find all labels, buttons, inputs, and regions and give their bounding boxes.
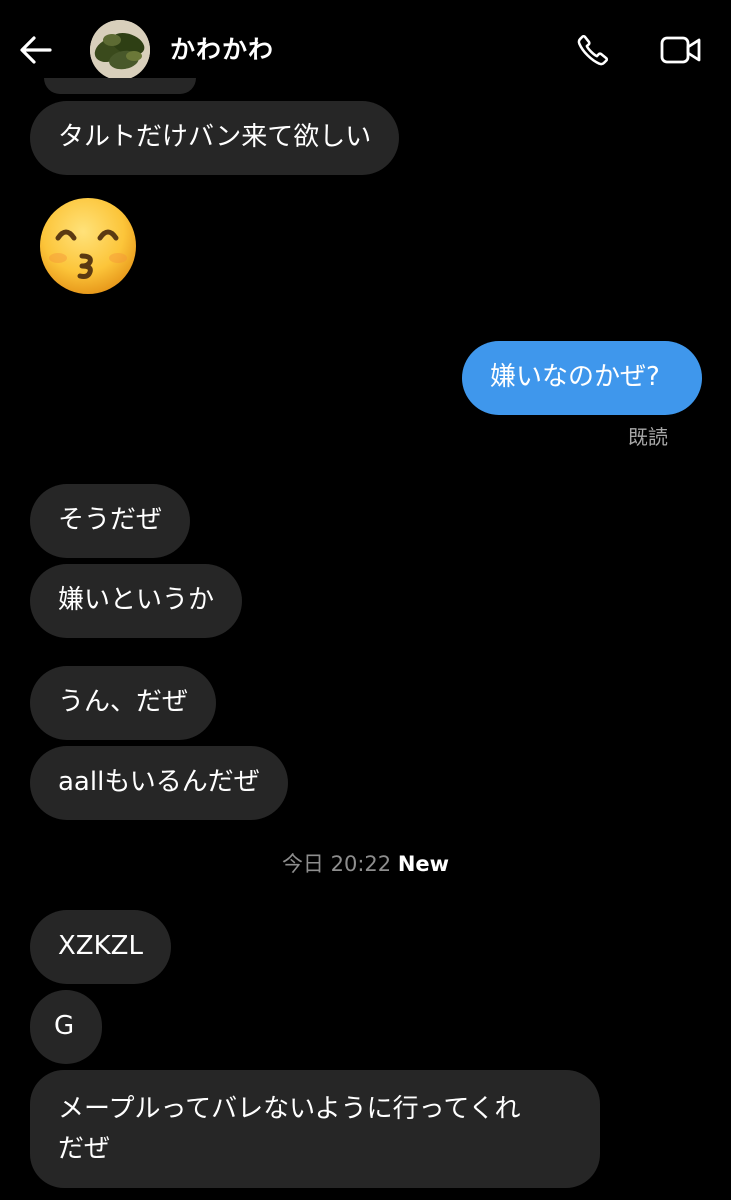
message-text-line: メープルってバレないように行ってくれ bbox=[58, 1094, 521, 1124]
back-button[interactable] bbox=[16, 28, 56, 72]
avatar-image bbox=[90, 20, 150, 80]
message-text: 嫌いなのかぜ? bbox=[490, 362, 660, 392]
previous-message-partial bbox=[44, 78, 196, 94]
contact-avatar[interactable] bbox=[90, 20, 150, 80]
contact-name[interactable]: かわかわ bbox=[170, 30, 274, 70]
new-messages-label: New bbox=[397, 852, 450, 876]
message-text: そうだぜ bbox=[58, 505, 163, 535]
voice-call-button[interactable] bbox=[570, 28, 616, 72]
video-call-button[interactable] bbox=[656, 28, 706, 72]
message-bubble-incoming[interactable]: 嫌いというか bbox=[30, 564, 243, 638]
message-bubble-incoming[interactable]: メープルってバレないように行ってくれ だぜ bbox=[30, 1070, 600, 1188]
message-text-line: だぜ bbox=[58, 1134, 111, 1164]
message-text: タルトだけバン来て欲しい bbox=[58, 122, 372, 152]
message-bubble-incoming[interactable]: うん、だぜ bbox=[30, 666, 217, 740]
message-text: aallもいるんだぜ bbox=[58, 767, 260, 797]
message-text: G bbox=[54, 1011, 75, 1041]
message-bubble-outgoing[interactable]: 嫌いなのかぜ? bbox=[462, 341, 702, 415]
back-arrow-icon bbox=[20, 36, 52, 64]
read-receipt: 既読 bbox=[628, 425, 668, 449]
timestamp-date: 今日 20:22 bbox=[281, 852, 392, 876]
message-bubble-incoming[interactable]: XZKZL bbox=[30, 910, 171, 984]
video-camera-icon bbox=[660, 36, 701, 64]
phone-icon bbox=[577, 34, 609, 66]
message-text: うん、だぜ bbox=[58, 687, 189, 717]
timestamp-divider: 今日 20:22 New bbox=[0, 849, 731, 879]
message-bubble-incoming[interactable]: G bbox=[30, 990, 102, 1064]
message-bubble-incoming[interactable]: aallもいるんだぜ bbox=[30, 746, 288, 820]
message-text: XZKZL bbox=[58, 931, 143, 961]
message-emoji-incoming[interactable] bbox=[36, 196, 140, 296]
message-text: 嫌いというか bbox=[58, 585, 215, 615]
message-bubble-incoming[interactable]: そうだぜ bbox=[30, 484, 191, 558]
kissing-face-icon bbox=[40, 198, 136, 294]
message-bubble-incoming[interactable]: タルトだけバン来て欲しい bbox=[30, 101, 400, 175]
